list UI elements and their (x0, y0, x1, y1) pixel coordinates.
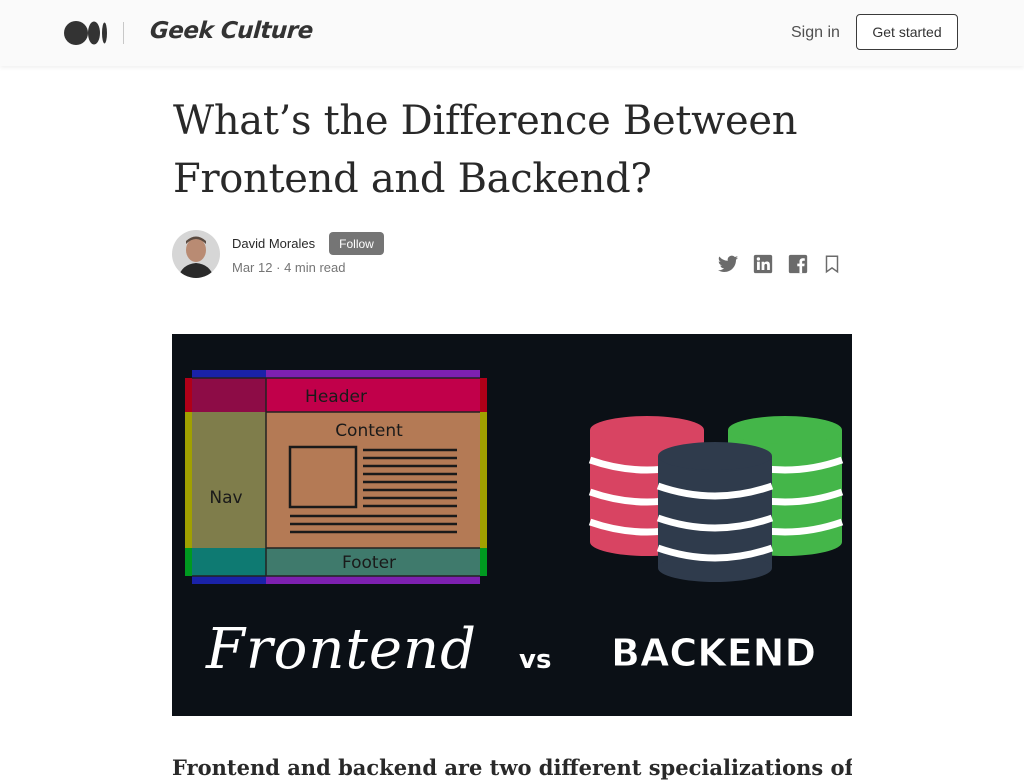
article-meta: Mar 12 · 4 min read (232, 260, 345, 275)
layout-label-content: Content (335, 421, 403, 441)
linkedin-icon[interactable] (752, 253, 774, 275)
medium-logo-icon[interactable] (64, 21, 108, 45)
bookmark-icon[interactable] (821, 253, 843, 275)
frontend-label: Frontend (205, 617, 477, 682)
author-name[interactable]: David Morales (232, 236, 315, 251)
backend-label: BACKEND (611, 631, 816, 675)
read-time: 4 min read (284, 260, 346, 275)
publication-name[interactable]: Geek Culture (149, 18, 314, 44)
publish-date: Mar 12 (232, 260, 273, 275)
sign-in-link[interactable]: Sign in (791, 24, 840, 42)
meta-separator: · (276, 260, 281, 275)
database-dark-icon (656, 442, 774, 582)
get-started-button[interactable]: Get started (856, 14, 958, 50)
logo-divider (123, 22, 124, 44)
layout-label-header: Header (305, 387, 367, 407)
frontend-layout-diagram: Header Content Nav Footer (185, 370, 487, 584)
layout-label-footer: Footer (342, 553, 396, 573)
facebook-icon[interactable] (787, 253, 809, 275)
layout-label-nav: Nav (209, 488, 242, 508)
top-navigation-bar: Geek Culture Sign in Get started (0, 0, 1024, 66)
article-title: What’s the Difference Between Frontend a… (173, 98, 798, 202)
follow-button[interactable]: Follow (329, 232, 384, 255)
twitter-icon[interactable] (717, 253, 739, 275)
hero-image: Header Content Nav Footer Frontend vs BA… (172, 334, 852, 716)
vs-label: vs (519, 645, 551, 675)
author-avatar[interactable] (172, 230, 220, 278)
